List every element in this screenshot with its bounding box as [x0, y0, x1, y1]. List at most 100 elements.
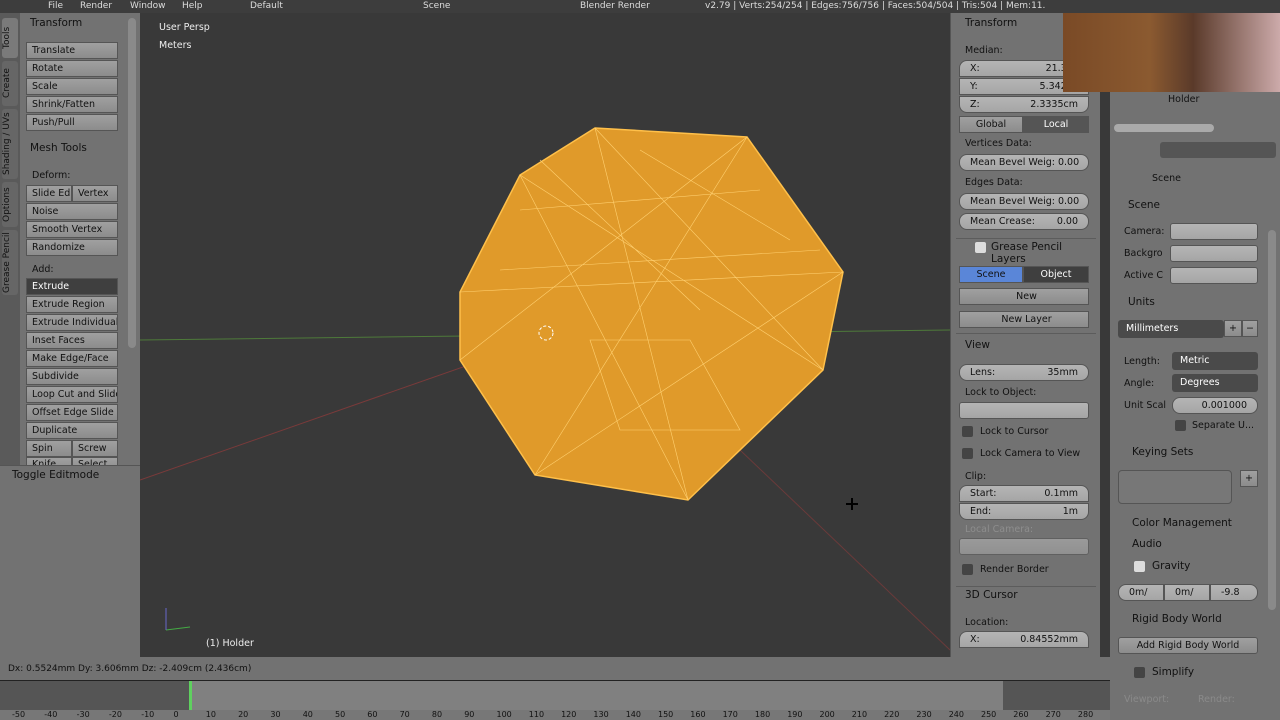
gravity-x-field[interactable]: 0m/ [1118, 584, 1164, 601]
frame-tick-label: 0 [173, 710, 179, 719]
noise-button[interactable]: Noise [26, 203, 118, 220]
cursor-x-value: 0.84552mm [1020, 634, 1078, 645]
y-label: Y: [970, 81, 978, 92]
lock-object-field[interactable] [959, 402, 1089, 419]
frame-tick-label: 130 [593, 710, 609, 719]
gp-new-button[interactable]: New [959, 288, 1089, 305]
grease-pencil-checkbox[interactable] [975, 242, 986, 253]
frame-tick-label: 40 [302, 710, 313, 719]
3d-viewport[interactable]: User Persp Meters (1) Holder [140, 13, 950, 657]
extrude-region-button[interactable]: Extrude Region [26, 296, 118, 313]
current-frame-indicator[interactable] [189, 681, 192, 710]
units-header[interactable]: Units [1128, 296, 1155, 308]
extrude-individual-button[interactable]: Extrude Individual [26, 314, 118, 331]
render-engine-selector[interactable]: Blender Render [580, 1, 650, 12]
spin-button[interactable]: Spin [26, 440, 72, 457]
tab-grease-pencil[interactable]: Grease Pencil [2, 230, 18, 295]
toggle-editmode-header[interactable]: Toggle Editmode [12, 469, 99, 481]
duplicate-button[interactable]: Duplicate [26, 422, 118, 439]
remove-preset-button[interactable]: − [1242, 320, 1258, 337]
3d-cursor-header[interactable]: 3D Cursor [965, 589, 1018, 601]
color-management-header[interactable]: Color Management [1132, 517, 1232, 529]
menu-window[interactable]: Window [130, 1, 166, 12]
menu-render[interactable]: Render [80, 1, 112, 12]
slide-edge-button[interactable]: Slide Ed [26, 185, 72, 202]
scene-selector[interactable]: Scene [423, 1, 450, 12]
gp-scene-toggle[interactable]: Scene [959, 266, 1023, 283]
menu-help[interactable]: Help [182, 1, 203, 12]
screw-button[interactable]: Screw [72, 440, 118, 457]
add-keying-set-button[interactable]: + [1240, 470, 1258, 487]
keying-sets-header[interactable]: Keying Sets [1132, 446, 1193, 458]
angle-dropdown[interactable]: Degrees [1172, 374, 1258, 392]
gp-object-toggle[interactable]: Object [1023, 266, 1089, 283]
subdivide-button[interactable]: Subdivide [26, 368, 118, 385]
lock-camera-checkbox[interactable] [962, 448, 973, 459]
mean-bevel-edge-field[interactable]: Mean Bevel Weig: 0.00 [959, 193, 1089, 210]
scene-header[interactable]: Scene [1128, 199, 1160, 211]
tab-create[interactable]: Create [2, 61, 18, 106]
median-z-field[interactable]: 2.3335cm [1030, 97, 1078, 112]
add-rigid-body-button[interactable]: Add Rigid Body World [1118, 637, 1258, 654]
properties-scrollbar[interactable] [1268, 230, 1276, 610]
make-edge-face-button[interactable]: Make Edge/Face [26, 350, 118, 367]
tab-tools[interactable]: Tools [2, 18, 18, 58]
gp-new-layer-button[interactable]: New Layer [959, 311, 1089, 328]
global-toggle[interactable]: Global [959, 116, 1023, 133]
render-border-checkbox[interactable] [962, 564, 973, 575]
inset-faces-button[interactable]: Inset Faces [26, 332, 118, 349]
extrude-dropdown[interactable]: Extrude [26, 278, 118, 295]
grease-pencil-header[interactable]: Grease Pencil Layers [991, 241, 1100, 265]
shrink-fatten-button[interactable]: Shrink/Fatten [26, 96, 118, 113]
mean-crease-field[interactable]: Mean Crease: 0.00 [959, 213, 1089, 230]
lock-cursor-checkbox[interactable] [962, 426, 973, 437]
smooth-vertex-button[interactable]: Smooth Vertex [26, 221, 118, 238]
vertex-slide-button[interactable]: Vertex [72, 185, 118, 202]
translate-button[interactable]: Translate [26, 42, 118, 59]
simplify-header[interactable]: Simplify [1152, 666, 1194, 678]
mesh-tools-header[interactable]: Mesh Tools [30, 142, 87, 154]
mean-bevel-vertex-field[interactable]: Mean Bevel Weig: 0.00 [959, 154, 1089, 171]
gravity-checkbox[interactable] [1134, 561, 1145, 572]
local-toggle[interactable]: Local [1023, 116, 1089, 133]
randomize-button[interactable]: Randomize [26, 239, 118, 256]
background-field[interactable] [1170, 245, 1258, 262]
unit-preset-dropdown[interactable]: Millimeters [1118, 320, 1224, 338]
push-pull-button[interactable]: Push/Pull [26, 114, 118, 131]
timeline[interactable] [0, 680, 1110, 710]
keying-sets-list[interactable] [1118, 470, 1232, 504]
frame-ruler[interactable]: -50 -40 -30 -20 -10 0 10 20 30 40 50 60 70 80 90 100 110… [0, 710, 1110, 720]
transform-header[interactable]: Transform [965, 17, 1017, 29]
loop-cut-button[interactable]: Loop Cut and Slide [26, 386, 118, 403]
context-tabs[interactable] [1160, 142, 1276, 158]
active-clip-field[interactable] [1170, 267, 1258, 284]
length-dropdown[interactable]: Metric [1172, 352, 1258, 370]
layout-selector[interactable]: Default [250, 1, 283, 12]
rotate-button[interactable]: Rotate [26, 60, 118, 77]
clip-end-field[interactable]: End: 1m [959, 503, 1089, 520]
gravity-z-field[interactable]: -9.8 [1210, 584, 1258, 601]
start-label: Start: [970, 488, 997, 499]
clip-start-field[interactable]: Start: 0.1mm [959, 485, 1089, 502]
offset-edge-slide-button[interactable]: Offset Edge Slide [26, 404, 118, 421]
audio-header[interactable]: Audio [1132, 538, 1162, 550]
properties-scrollbar-h[interactable] [1114, 124, 1214, 132]
view-header[interactable]: View [965, 339, 990, 351]
camera-field[interactable] [1170, 223, 1258, 240]
cursor-x-field[interactable]: X: 0.84552mm [959, 631, 1089, 648]
add-preset-button[interactable]: + [1224, 320, 1242, 337]
tab-options[interactable]: Options [2, 182, 18, 227]
lens-field[interactable]: Lens: 35mm [959, 364, 1089, 381]
tool-shelf-scrollbar[interactable] [128, 18, 136, 348]
simplify-checkbox[interactable] [1134, 667, 1145, 678]
viewport-label: Viewport: [1124, 694, 1170, 705]
separate-units-checkbox[interactable] [1175, 420, 1186, 431]
menu-file[interactable]: File [48, 1, 63, 12]
scale-button[interactable]: Scale [26, 78, 118, 95]
rigid-body-header[interactable]: Rigid Body World [1132, 613, 1222, 625]
gravity-header[interactable]: Gravity [1152, 560, 1190, 572]
gravity-y-field[interactable]: 0m/ [1164, 584, 1210, 601]
unit-scale-field[interactable]: 0.001000 [1172, 397, 1258, 414]
transform-panel-header[interactable]: Transform [30, 17, 82, 29]
tab-shading-uvs[interactable]: Shading / UVs [2, 109, 18, 179]
